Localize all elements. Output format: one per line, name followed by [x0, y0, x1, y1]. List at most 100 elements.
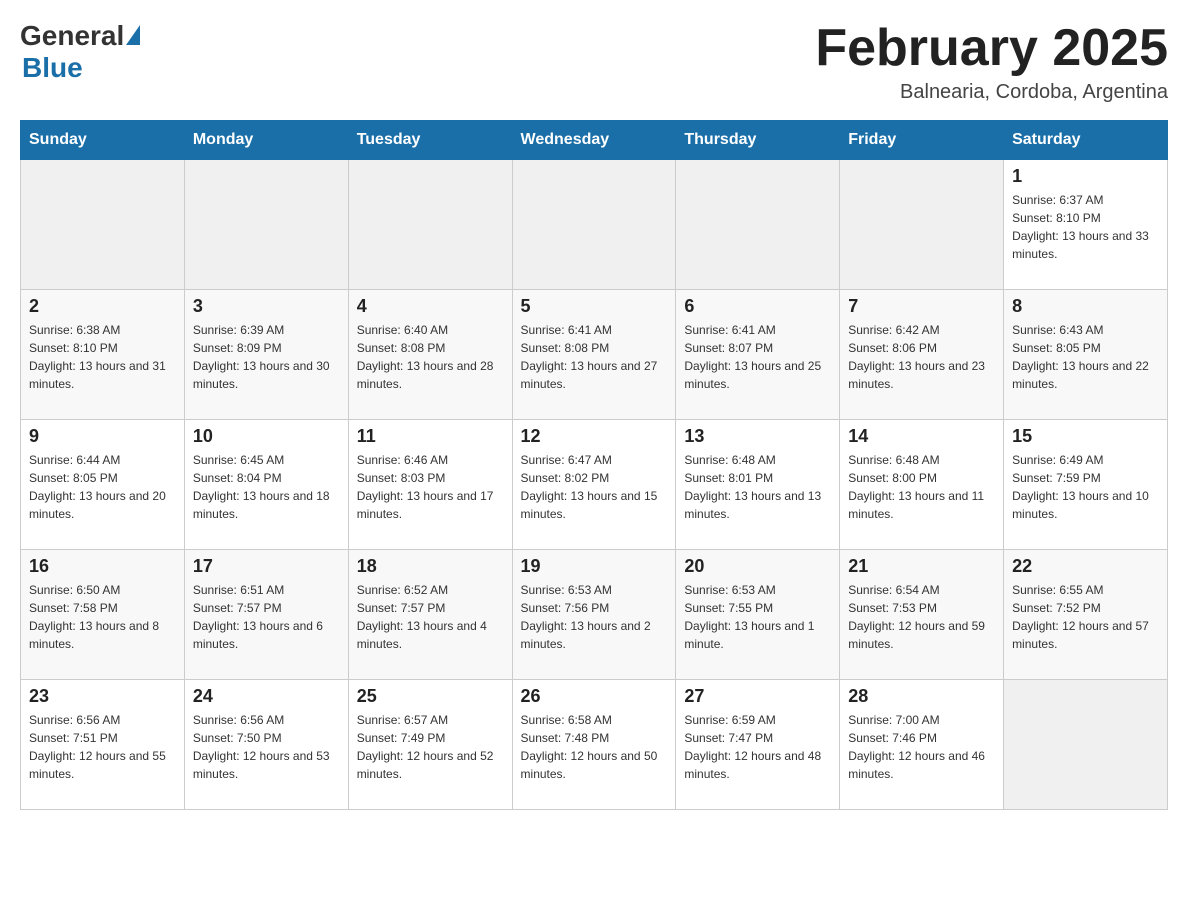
day-info: Sunrise: 6:42 AMSunset: 8:06 PMDaylight:…	[848, 321, 995, 393]
calendar-cell: 20 Sunrise: 6:53 AMSunset: 7:55 PMDayligh…	[676, 550, 840, 680]
calendar-cell: 24 Sunrise: 6:56 AMSunset: 7:50 PMDayligh…	[184, 680, 348, 810]
calendar-cell: 3 Sunrise: 6:39 AMSunset: 8:09 PMDaylight…	[184, 290, 348, 420]
day-info: Sunrise: 6:48 AMSunset: 8:00 PMDaylight:…	[848, 451, 995, 523]
day-number: 28	[848, 686, 995, 707]
day-info: Sunrise: 6:49 AMSunset: 7:59 PMDaylight:…	[1012, 451, 1159, 523]
calendar-cell: 19Sunrise: 6:53 AMSunset: 7:56 PMDayligh…	[512, 550, 676, 680]
calendar-cell: 8Sunrise: 6:43 AMSunset: 8:05 PMDaylight…	[1004, 290, 1168, 420]
calendar-cell: 5 Sunrise: 6:41 AMSunset: 8:08 PMDaylight…	[512, 290, 676, 420]
day-info: Sunrise: 6:50 AMSunset: 7:58 PMDaylight:…	[29, 581, 176, 653]
logo: General Blue	[20, 20, 140, 84]
day-number: 26	[521, 686, 668, 707]
calendar-cell	[676, 160, 840, 290]
day-info: Sunrise: 6:53 AMSunset: 7:55 PMDaylight:…	[684, 581, 831, 653]
calendar-cell: 26 Sunrise: 6:58 AMSunset: 7:48 PMDayligh…	[512, 680, 676, 810]
calendar-cell	[840, 160, 1004, 290]
day-info: Sunrise: 6:47 AMSunset: 8:02 PMDaylight:…	[521, 451, 668, 523]
week-row-1: 1Sunrise: 6:37 AMSunset: 8:10 PMDaylight…	[21, 160, 1168, 290]
day-number: 11	[357, 426, 504, 447]
week-row-4: 16 Sunrise: 6:50 AMSunset: 7:58 PMDayligh…	[21, 550, 1168, 680]
day-number: 2	[29, 296, 176, 317]
calendar-cell	[184, 160, 348, 290]
weekday-header-friday: Friday	[840, 121, 1004, 160]
day-info: Sunrise: 6:48 AMSunset: 8:01 PMDaylight:…	[684, 451, 831, 523]
day-number: 9	[29, 426, 176, 447]
calendar-cell: 11 Sunrise: 6:46 AMSunset: 8:03 PMDayligh…	[348, 420, 512, 550]
day-info: Sunrise: 6:53 AMSunset: 7:56 PMDaylight:…	[521, 581, 668, 653]
weekday-header-tuesday: Tuesday	[348, 121, 512, 160]
day-info: Sunrise: 6:56 AMSunset: 7:51 PMDaylight:…	[29, 711, 176, 783]
calendar-cell: 17 Sunrise: 6:51 AMSunset: 7:57 PMDayligh…	[184, 550, 348, 680]
page-header: General Blue February 2025 Balnearia, Co…	[20, 20, 1168, 104]
weekday-header-row: SundayMondayTuesdayWednesdayThursdayFrid…	[21, 121, 1168, 160]
week-row-5: 23 Sunrise: 6:56 AMSunset: 7:51 PMDayligh…	[21, 680, 1168, 810]
weekday-header-sunday: Sunday	[21, 121, 185, 160]
day-number: 14	[848, 426, 995, 447]
calendar-cell: 1Sunrise: 6:37 AMSunset: 8:10 PMDaylight…	[1004, 160, 1168, 290]
day-info: Sunrise: 6:37 AMSunset: 8:10 PMDaylight:…	[1012, 191, 1159, 263]
calendar-cell: 28 Sunrise: 7:00 AMSunset: 7:46 PMDayligh…	[840, 680, 1004, 810]
day-info: Sunrise: 6:55 AMSunset: 7:52 PMDaylight:…	[1012, 581, 1159, 653]
day-number: 16	[29, 556, 176, 577]
logo-general-text: General	[20, 20, 124, 52]
calendar-cell: 13 Sunrise: 6:48 AMSunset: 8:01 PMDayligh…	[676, 420, 840, 550]
day-info: Sunrise: 6:56 AMSunset: 7:50 PMDaylight:…	[193, 711, 340, 783]
calendar-cell: 22 Sunrise: 6:55 AMSunset: 7:52 PMDayligh…	[1004, 550, 1168, 680]
calendar-cell: 16 Sunrise: 6:50 AMSunset: 7:58 PMDayligh…	[21, 550, 185, 680]
day-info: Sunrise: 6:46 AMSunset: 8:03 PMDaylight:…	[357, 451, 504, 523]
day-number: 18	[357, 556, 504, 577]
day-number: 4	[357, 296, 504, 317]
day-number: 13	[684, 426, 831, 447]
logo-triangle-icon	[126, 25, 140, 45]
calendar-cell	[512, 160, 676, 290]
day-number: 6	[684, 296, 831, 317]
day-number: 27	[684, 686, 831, 707]
calendar-cell: 10Sunrise: 6:45 AMSunset: 8:04 PMDayligh…	[184, 420, 348, 550]
day-number: 20	[684, 556, 831, 577]
day-info: Sunrise: 6:40 AMSunset: 8:08 PMDaylight:…	[357, 321, 504, 393]
day-number: 5	[521, 296, 668, 317]
month-title: February 2025	[815, 20, 1168, 77]
calendar-cell: 9 Sunrise: 6:44 AMSunset: 8:05 PMDaylight…	[21, 420, 185, 550]
logo-blue-text: Blue	[22, 52, 83, 83]
day-number: 10	[193, 426, 340, 447]
day-info: Sunrise: 6:38 AMSunset: 8:10 PMDaylight:…	[29, 321, 176, 393]
day-info: Sunrise: 6:41 AMSunset: 8:07 PMDaylight:…	[684, 321, 831, 393]
day-info: Sunrise: 6:41 AMSunset: 8:08 PMDaylight:…	[521, 321, 668, 393]
day-number: 24	[193, 686, 340, 707]
calendar-cell	[348, 160, 512, 290]
day-info: Sunrise: 6:51 AMSunset: 7:57 PMDaylight:…	[193, 581, 340, 653]
day-info: Sunrise: 6:39 AMSunset: 8:09 PMDaylight:…	[193, 321, 340, 393]
calendar-cell: 23 Sunrise: 6:56 AMSunset: 7:51 PMDayligh…	[21, 680, 185, 810]
calendar-cell: 2 Sunrise: 6:38 AMSunset: 8:10 PMDaylight…	[21, 290, 185, 420]
day-info: Sunrise: 6:44 AMSunset: 8:05 PMDaylight:…	[29, 451, 176, 523]
day-info: Sunrise: 6:52 AMSunset: 7:57 PMDaylight:…	[357, 581, 504, 653]
day-info: Sunrise: 6:58 AMSunset: 7:48 PMDaylight:…	[521, 711, 668, 783]
day-number: 8	[1012, 296, 1159, 317]
day-number: 12	[521, 426, 668, 447]
day-number: 7	[848, 296, 995, 317]
week-row-3: 9 Sunrise: 6:44 AMSunset: 8:05 PMDaylight…	[21, 420, 1168, 550]
calendar-cell	[21, 160, 185, 290]
day-info: Sunrise: 6:59 AMSunset: 7:47 PMDaylight:…	[684, 711, 831, 783]
day-number: 15	[1012, 426, 1159, 447]
day-info: Sunrise: 6:57 AMSunset: 7:49 PMDaylight:…	[357, 711, 504, 783]
weekday-header-thursday: Thursday	[676, 121, 840, 160]
calendar-cell: 4 Sunrise: 6:40 AMSunset: 8:08 PMDaylight…	[348, 290, 512, 420]
day-info: Sunrise: 7:00 AMSunset: 7:46 PMDaylight:…	[848, 711, 995, 783]
day-number: 3	[193, 296, 340, 317]
title-section: February 2025 Balnearia, Cordoba, Argent…	[815, 20, 1168, 104]
day-info: Sunrise: 6:54 AMSunset: 7:53 PMDaylight:…	[848, 581, 995, 653]
calendar-table: SundayMondayTuesdayWednesdayThursdayFrid…	[20, 120, 1168, 810]
day-number: 23	[29, 686, 176, 707]
weekday-header-wednesday: Wednesday	[512, 121, 676, 160]
week-row-2: 2 Sunrise: 6:38 AMSunset: 8:10 PMDaylight…	[21, 290, 1168, 420]
day-number: 22	[1012, 556, 1159, 577]
calendar-cell: 21Sunrise: 6:54 AMSunset: 7:53 PMDayligh…	[840, 550, 1004, 680]
calendar-cell: 7 Sunrise: 6:42 AMSunset: 8:06 PMDaylight…	[840, 290, 1004, 420]
day-number: 17	[193, 556, 340, 577]
calendar-cell: 15 Sunrise: 6:49 AMSunset: 7:59 PMDayligh…	[1004, 420, 1168, 550]
calendar-cell: 6 Sunrise: 6:41 AMSunset: 8:07 PMDaylight…	[676, 290, 840, 420]
calendar-cell	[1004, 680, 1168, 810]
weekday-header-monday: Monday	[184, 121, 348, 160]
